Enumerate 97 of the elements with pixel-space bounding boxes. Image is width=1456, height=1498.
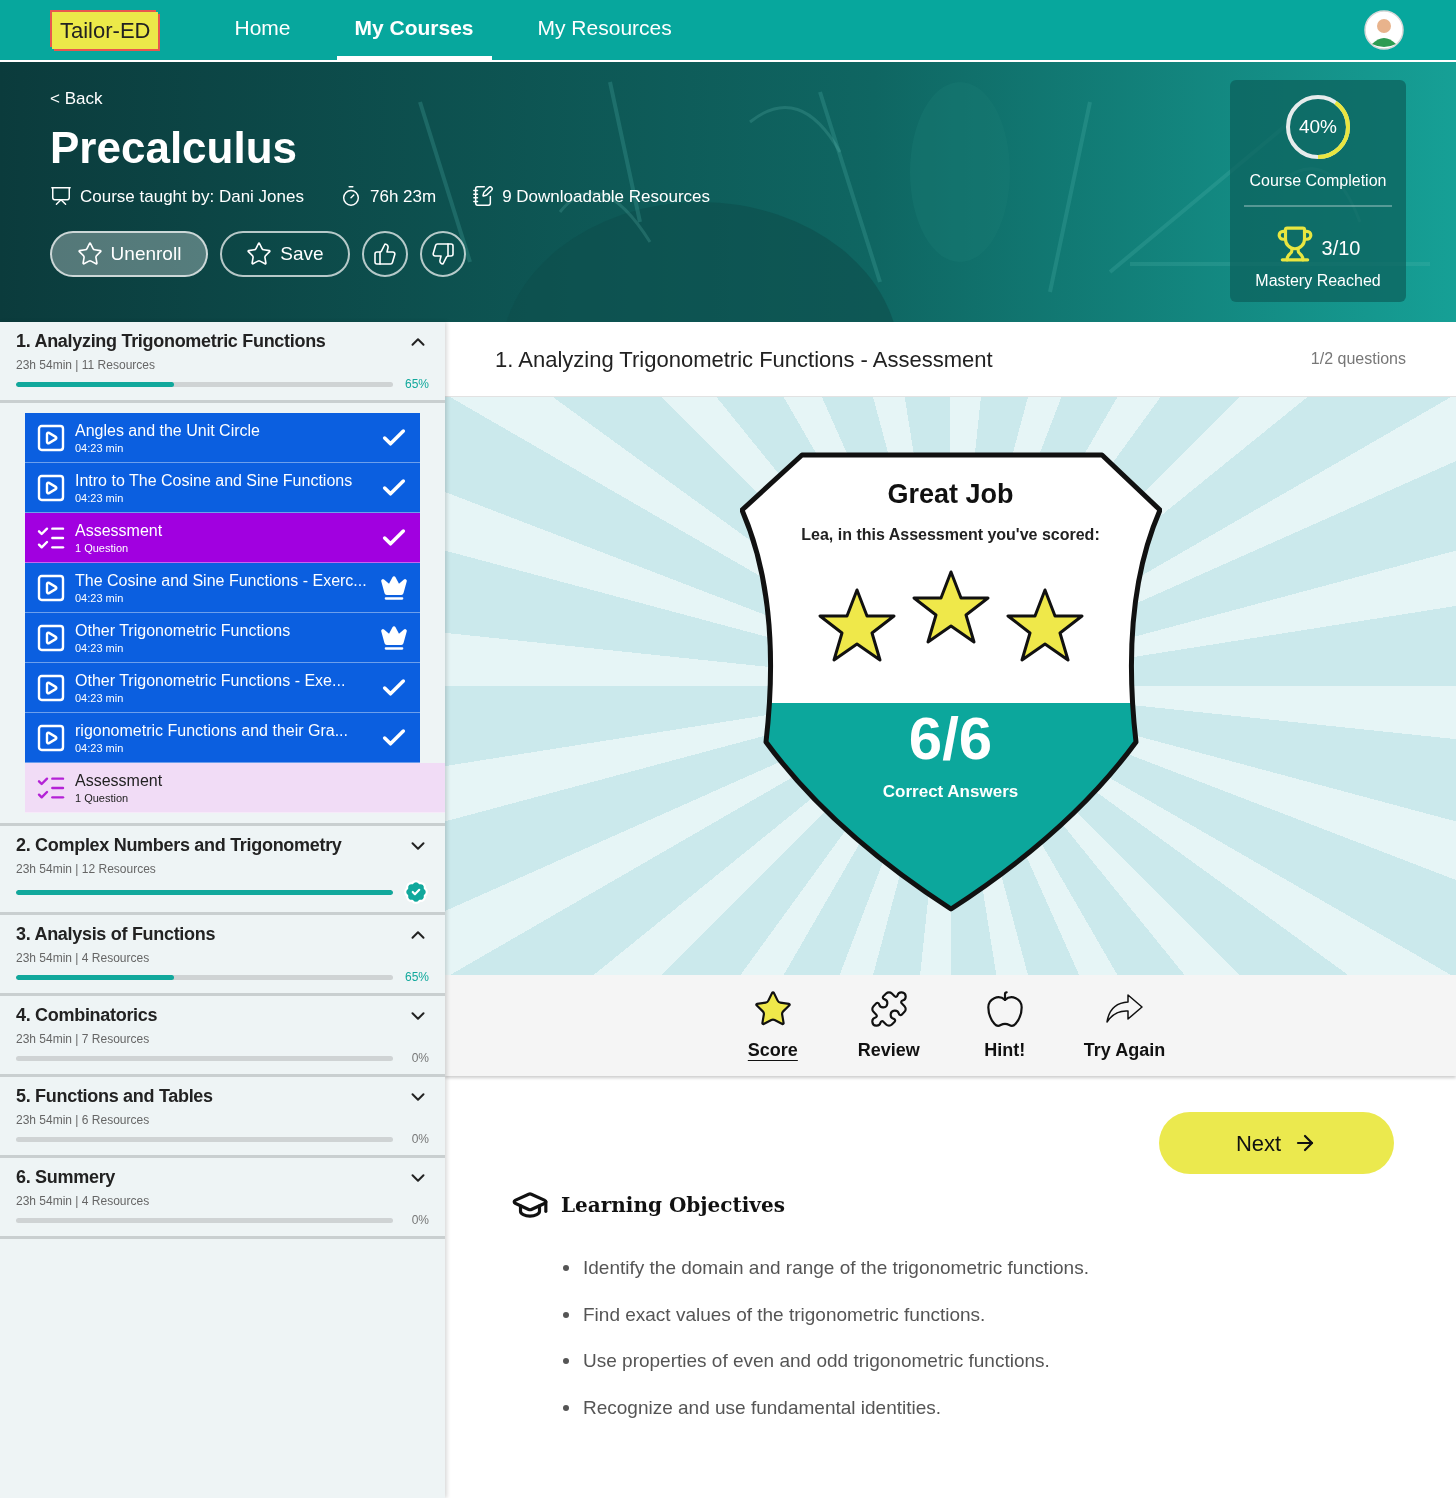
completed-badge-icon: [403, 879, 429, 905]
toolbar-action[interactable]: Try Again: [1083, 989, 1166, 1076]
save-button[interactable]: Save: [220, 231, 350, 277]
module-title: 4. Combinatorics: [16, 1004, 158, 1027]
lesson-subtitle: 04:23 min: [75, 640, 125, 655]
lesson-subtitle: 1 Question: [75, 540, 130, 555]
document-icon: [472, 185, 495, 208]
module-title: 1. Analyzing Trigonometric Functions: [16, 330, 326, 353]
score-label: Correct Answers: [882, 780, 1019, 803]
lesson-title: Assessment: [75, 770, 164, 791]
module-meta: 23h 54min | 4 Resources: [16, 1193, 151, 1210]
lesson-subtitle: 04:23 min: [75, 590, 125, 605]
objective-item: Find exact values of the trigonometric functions.: [583, 1302, 986, 1327]
module-card[interactable]: 3. Analysis of Functions 23h 54min | 4 Resources 65%: [0, 915, 445, 996]
toolbar-action[interactable]: Hint!: [967, 989, 1042, 1076]
lesson-item[interactable]: The Cosine and Sine Functions - Exerc... 04:23 min: [25, 563, 420, 613]
lesson-title: The Cosine and Sine Functions - Exerc...: [75, 570, 368, 591]
course-meta: 9 Downloadable Resources: [502, 185, 711, 208]
module-title: 5. Functions and Tables: [16, 1085, 213, 1108]
completion-ring-icon: [1284, 93, 1352, 161]
lesson-item[interactable]: Intro to The Cosine and Sine Functions 04:23 min: [25, 463, 420, 513]
course-meta: 76h 23m: [369, 185, 437, 208]
apple-icon: [984, 989, 1025, 1029]
module-title: 6. Summery: [16, 1166, 116, 1189]
easel-icon: [50, 185, 72, 208]
lesson-item[interactable]: Other Trigonometric Functions - Exe... 04:23 min: [25, 663, 420, 713]
score-value: 6/6: [908, 706, 993, 771]
completion-percent: 40%: [1299, 114, 1337, 139]
completion-label: Course Completion: [1249, 171, 1387, 191]
crown-icon: [380, 573, 408, 602]
module-card[interactable]: 2. Complex Numbers and Trigonometry 23h 54min | 12 Resources: [0, 826, 445, 915]
lesson-subtitle: 04:23 min: [75, 740, 125, 755]
puzzle-icon: [868, 989, 909, 1029]
unenroll-button[interactable]: Unenroll: [50, 231, 208, 277]
lesson-subtitle: 04:23 min: [75, 440, 125, 455]
lesson-title: Intro to The Cosine and Sine Functions: [75, 470, 354, 491]
module-title: 3. Analysis of Functions: [16, 923, 216, 946]
bullet-icon: [563, 1311, 569, 1318]
thumbs-down-button[interactable]: [420, 231, 466, 277]
lesson-title: rigonometric Functions and their Gra...: [75, 720, 349, 741]
lesson-item[interactable]: Assessment 1 Question: [25, 763, 445, 813]
mastery-count: 3/10: [1321, 236, 1361, 261]
module-percent: 65%: [403, 969, 429, 986]
course-meta: Course taught by: Dani Jones: [80, 185, 304, 208]
lesson-item[interactable]: rigonometric Functions and their Gra... 04:23 min: [25, 713, 420, 763]
bullet-icon: [563, 1404, 569, 1411]
lesson-title: Assessment: [75, 520, 164, 541]
star-icon: [1004, 586, 1085, 663]
back-link[interactable]: < Back: [50, 86, 103, 112]
lesson-subtitle: 1 Question: [75, 790, 130, 805]
bullet-icon: [563, 1265, 569, 1272]
lesson-subtitle: 04:23 min: [75, 490, 125, 505]
objectives-heading: Learning Objectives: [561, 1192, 785, 1219]
star-icon: [76, 241, 103, 267]
course-title: Precalculus: [50, 121, 299, 174]
lesson-item[interactable]: Angles and the Unit Circle 04:23 min: [25, 413, 420, 463]
crown-icon: [380, 623, 408, 652]
module-meta: 23h 54min | 4 Resources: [16, 950, 151, 967]
module-meta: 23h 54min | 11 Resources: [16, 357, 156, 374]
lesson-subtitle: 04:23 min: [75, 690, 125, 705]
lesson-title: Other Trigonometric Functions: [75, 620, 292, 641]
toolbar-action[interactable]: Review: [851, 989, 926, 1076]
lesson-title: Other Trigonometric Functions - Exe...: [75, 670, 347, 691]
result-title: Great Job: [887, 478, 1014, 511]
mastery-label: Mastery Reached: [1255, 271, 1381, 291]
bullet-icon: [563, 1358, 569, 1365]
lesson-item[interactable]: Other Trigonometric Functions 04:23 min: [25, 613, 420, 663]
objective-item: Identify the domain and range of the trigonometric functions.: [583, 1256, 1089, 1280]
star-icon: [910, 568, 991, 645]
objective-item: Recognize and use fundamental identities.: [583, 1395, 942, 1420]
module-card[interactable]: 5. Functions and Tables 23h 54min | 6 Resources 0%: [0, 1077, 445, 1158]
logo[interactable]: Tailor-ED: [52, 11, 159, 49]
thumbs-up-button[interactable]: [362, 231, 408, 277]
module-meta: 23h 54min | 7 Resources: [16, 1031, 151, 1048]
result-subtitle: Lea, in this Assessment you've scored:: [801, 524, 1100, 545]
module-meta: 23h 54min | 6 Resources: [16, 1112, 151, 1129]
module-card[interactable]: [0, 322, 445, 826]
lesson-title: Angles and the Unit Circle: [75, 420, 261, 441]
module-card[interactable]: 6. Summery 23h 54min | 4 Resources 0%: [0, 1158, 445, 1239]
lesson-item[interactable]: Assessment 1 Question: [25, 513, 420, 563]
module-percent: 65%: [403, 376, 429, 393]
avatar-icon[interactable]: [1364, 10, 1404, 50]
thumbs-down-icon: [431, 242, 455, 266]
module-percent: 0%: [410, 1212, 429, 1229]
assessment-title: 1. Analyzing Trigonometric Functions - Assessment: [495, 345, 993, 374]
module-percent: 0%: [410, 1131, 429, 1148]
module-title: 2. Complex Numbers and Trigonometry: [16, 834, 342, 857]
toolbar-action[interactable]: Score: [735, 989, 810, 1076]
module-percent: 0%: [410, 1050, 429, 1067]
star-icon: [816, 586, 897, 663]
objective-item: Use properties of even and odd trigonometric functions.: [583, 1349, 1050, 1373]
next-button[interactable]: Next: [1159, 1112, 1394, 1174]
module-card[interactable]: 4. Combinatorics 23h 54min | 7 Resources 0%: [0, 996, 445, 1077]
star-icon: [246, 241, 273, 267]
thumbs-up-icon: [373, 242, 397, 266]
module-meta: 23h 54min | 12 Resources: [16, 861, 157, 878]
trophy-icon: [1275, 225, 1314, 263]
